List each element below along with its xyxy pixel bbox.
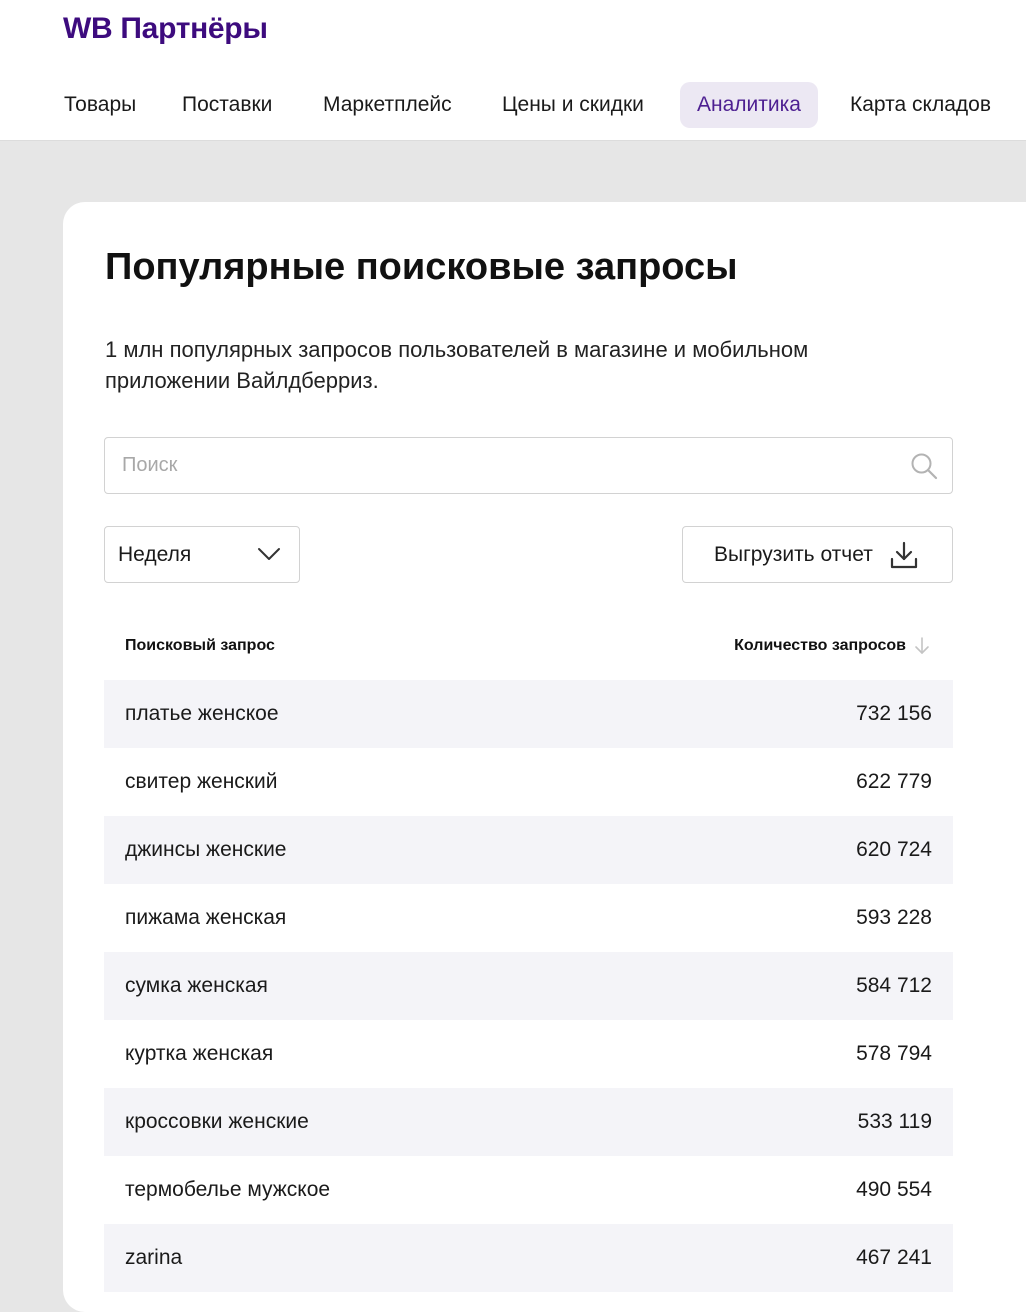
table-row[interactable]: куртка женская 578 794 xyxy=(104,1020,953,1088)
table-row[interactable]: пижама женская 593 228 xyxy=(104,884,953,952)
export-report-button[interactable]: Выгрузить отчет xyxy=(682,526,953,583)
period-select-value: Неделя xyxy=(118,543,192,566)
table-row[interactable]: джинсы женские 620 724 xyxy=(104,816,953,884)
row-count: 622 779 xyxy=(856,770,932,793)
table-header: Поисковый запрос Количество запросов xyxy=(104,622,953,672)
table-row[interactable]: zarina 467 241 xyxy=(104,1224,953,1292)
row-query: zarina xyxy=(125,1246,183,1269)
export-report-label: Выгрузить отчет xyxy=(714,543,873,566)
row-count: 584 712 xyxy=(856,974,932,997)
period-select[interactable]: Неделя xyxy=(104,526,300,583)
row-query: куртка женская xyxy=(125,1042,274,1065)
row-query: кроссовки женские xyxy=(125,1110,309,1133)
row-count: 533 119 xyxy=(857,1110,932,1133)
table-body: платье женское 732 156 свитер женский 62… xyxy=(104,680,953,1292)
page-title: Популярные поисковые запросы xyxy=(105,246,738,288)
table-row[interactable]: кроссовки женские 533 119 xyxy=(104,1088,953,1156)
chevron-down-icon xyxy=(258,548,280,560)
row-query: джинсы женские xyxy=(125,838,287,861)
nav-item-analytics[interactable]: Аналитика xyxy=(680,82,818,128)
table-row[interactable]: платье женское 732 156 xyxy=(104,680,953,748)
row-query: пижама женская xyxy=(125,906,287,929)
logo[interactable]: WB Партнёры xyxy=(63,12,268,46)
nav-item-marketplace[interactable]: Маркетплейс xyxy=(323,82,452,128)
nav-item-products[interactable]: Товары xyxy=(64,82,136,128)
row-query: термобелье мужское xyxy=(125,1178,331,1201)
top-header: WB Партнёры Товары Поставки Маркетплейс … xyxy=(0,0,1026,141)
row-query: платье женское xyxy=(125,702,279,725)
page-description: 1 млн популярных запросов пользователей … xyxy=(105,337,809,393)
row-count: 578 794 xyxy=(856,1042,932,1065)
row-count: 732 156 xyxy=(856,702,932,725)
download-icon xyxy=(890,541,918,569)
row-count: 467 241 xyxy=(856,1246,932,1269)
column-header-count[interactable]: Количество запросов xyxy=(734,637,906,655)
table-row[interactable]: свитер женский 622 779 xyxy=(104,748,953,816)
row-query: сумка женская xyxy=(125,974,268,997)
table-row[interactable]: сумка женская 584 712 xyxy=(104,952,953,1020)
nav-item-prices-discounts[interactable]: Цены и скидки xyxy=(502,82,644,128)
search-box xyxy=(104,437,953,494)
row-count: 620 724 xyxy=(856,838,932,861)
nav-item-supplies[interactable]: Поставки xyxy=(182,82,272,128)
nav-item-warehouse-map[interactable]: Карта складов xyxy=(850,82,991,128)
row-count: 593 228 xyxy=(856,906,932,929)
content-card: Популярные поисковые запросы 1 млн попул… xyxy=(63,202,1026,1312)
search-icon[interactable] xyxy=(910,452,938,480)
row-count: 490 554 xyxy=(856,1178,932,1201)
column-header-query: Поисковый запрос xyxy=(125,637,275,654)
table-row[interactable]: термобелье мужское 490 554 xyxy=(104,1156,953,1224)
arrow-down-icon[interactable] xyxy=(914,636,930,656)
search-input[interactable] xyxy=(105,438,885,493)
row-query: свитер женский xyxy=(125,770,278,793)
main-nav: Товары Поставки Маркетплейс Цены и скидк… xyxy=(0,82,1026,128)
